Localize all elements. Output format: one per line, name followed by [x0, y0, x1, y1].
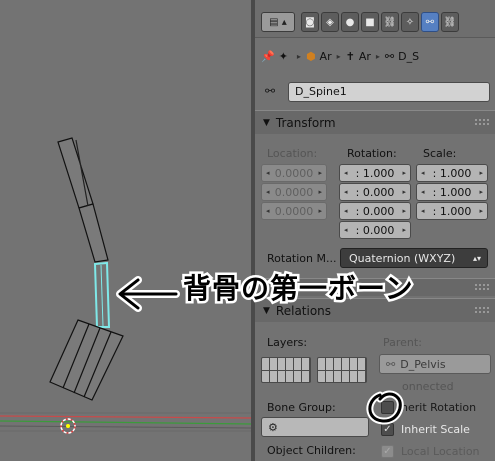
drag-grip-icon[interactable] [475, 307, 489, 313]
scene-icon: ✦ [278, 49, 288, 63]
breadcrumb-bone: D_S [398, 49, 420, 63]
pelvis-bone[interactable] [49, 319, 124, 401]
constraint-icon: ⛓ [383, 16, 397, 28]
bone-group-field[interactable]: ⚙ [261, 417, 369, 437]
render-tab[interactable]: ◙ [301, 12, 319, 32]
local-location-label: Local Location [401, 445, 480, 458]
bone-icon: ⚯ [386, 357, 396, 371]
bone-icon: ⚯ [425, 16, 435, 28]
properties-panel: ▤ ▴ ◙ ◈ ● ■ ⛓ ✧ ⚯ ⛓ 📌 ✦ ▸ ⬢ Ar ▸ ✝ Ar ▸ … [255, 0, 495, 461]
transform-panel-header[interactable]: ▼ Transform [255, 110, 495, 134]
inherit-rotation-checkbox[interactable] [381, 401, 394, 414]
location-y-field[interactable]: ◂ 0.0000 ▸ [261, 183, 327, 201]
floor-grid-lines [0, 415, 251, 429]
pin-icon[interactable]: 📌 [261, 50, 275, 63]
updown-arrows-icon: ▴▾ [472, 253, 481, 263]
local-location-checkbox[interactable]: ✓ [381, 445, 394, 458]
scene-tab[interactable]: ◈ [321, 12, 339, 32]
scale-y-field[interactable]: ◂: 1.000 ▸ [416, 183, 488, 201]
armature-object-icon: ⬢ [305, 49, 316, 63]
parent-value: D_Pelvis [400, 357, 446, 371]
render-icon: ◙ [305, 16, 315, 28]
object-icon: ■ [365, 16, 375, 28]
object-tab[interactable]: ■ [361, 12, 379, 32]
transform-title: Transform [275, 115, 336, 130]
scale-z-field[interactable]: ◂: 1.000 ▸ [416, 202, 488, 220]
upper-spine-bone[interactable] [57, 137, 109, 263]
object-children-label: Object Children: [267, 444, 356, 457]
layers-grid-left[interactable] [261, 357, 311, 383]
viewport-canvas [0, 137, 251, 434]
bone-name-row: ⚯ D_Spine1 [255, 80, 495, 104]
scale-label: Scale: [423, 147, 457, 160]
constraint-tab[interactable]: ⛓ [381, 12, 399, 32]
layers-label: Layers: [267, 336, 308, 349]
rotation-z-field[interactable]: ◂: 0.000 ▸ [339, 221, 411, 239]
bone-constraint-icon: ⛓ [443, 16, 457, 28]
drag-grip-icon[interactable] [475, 119, 489, 125]
relations-panel-header[interactable]: ▼ Relations [255, 298, 495, 322]
connected-label: onnected [402, 380, 454, 393]
breadcrumb-armature: Ar [358, 49, 371, 63]
scene-icon: ◈ [326, 16, 334, 28]
inherit-scale-row[interactable]: ✓ Inherit Scale [381, 423, 470, 436]
inherit-scale-checkbox[interactable]: ✓ [381, 423, 394, 436]
bone-tab[interactable]: ⚯ [421, 12, 439, 32]
layers-grid-right[interactable] [317, 357, 367, 383]
armature-data-icon: ✝ [345, 49, 355, 63]
inherit-rotation-label: herit Rotation [401, 401, 477, 414]
bone-group-label: Bone Group: [267, 401, 336, 414]
collapsed-panel-header[interactable] [255, 278, 495, 296]
rotation-x-field[interactable]: ◂: 0.000 ▸ [339, 183, 411, 201]
3d-viewport[interactable] [0, 0, 251, 461]
location-label: Location: [267, 147, 318, 160]
modifier-icon: ✧ [405, 16, 415, 28]
breadcrumb: 📌 ✦ ▸ ⬢ Ar ▸ ✝ Ar ▸ ⚯ D_S [261, 49, 420, 63]
rotation-mode-label: Rotation M... [267, 252, 337, 265]
drag-grip-icon[interactable] [475, 284, 489, 290]
rotation-y-field[interactable]: ◂: 0.000 ▸ [339, 202, 411, 220]
scale-x-field[interactable]: ◂: 1.000 ▸ [416, 164, 488, 182]
editor-type-button[interactable]: ▤ ▴ [261, 12, 295, 32]
location-z-field[interactable]: ◂ 0.0000 ▸ [261, 202, 327, 220]
world-tab[interactable]: ● [341, 12, 359, 32]
local-location-row[interactable]: ✓ Local Location [381, 445, 480, 458]
relations-title: Relations [275, 303, 332, 318]
modifier-tab[interactable]: ✧ [401, 12, 419, 32]
properties-header: ▤ ▴ ◙ ◈ ● ■ ⛓ ✧ ⚯ ⛓ [255, 0, 495, 38]
inherit-scale-label: Inherit Scale [401, 423, 470, 436]
bone-name-field[interactable]: D_Spine1 [288, 82, 490, 102]
group-icon: ⚙ [268, 420, 278, 434]
parent-field[interactable]: ⚯ D_Pelvis [379, 354, 491, 374]
triangle-down-icon: ▼ [263, 117, 270, 128]
rotation-label: Rotation: [347, 147, 397, 160]
rotation-w-field[interactable]: ◂: 1.000 ▸ [339, 164, 411, 182]
location-x-field[interactable]: ◂ 0.0000 ▸ [261, 164, 327, 182]
bone-icon: ⚯ [384, 49, 395, 63]
view-layers-icon: ▤ ▴ [269, 16, 287, 28]
inherit-rotation-row[interactable]: herit Rotation [381, 401, 476, 414]
selected-spine-bone[interactable] [93, 261, 111, 328]
world-icon: ● [345, 16, 355, 28]
triangle-down-icon: ▼ [263, 305, 270, 316]
parent-label: Parent: [383, 336, 422, 349]
rotation-mode-dropdown[interactable]: Quaternion (WXYZ) ▴▾ [340, 248, 488, 268]
bone-constraint-tab[interactable]: ⛓ [441, 12, 459, 32]
rotation-mode-value: Quaternion (WXYZ) [349, 251, 456, 265]
breadcrumb-object: Ar [319, 49, 332, 63]
bone-icon: ⚯ [265, 84, 276, 98]
